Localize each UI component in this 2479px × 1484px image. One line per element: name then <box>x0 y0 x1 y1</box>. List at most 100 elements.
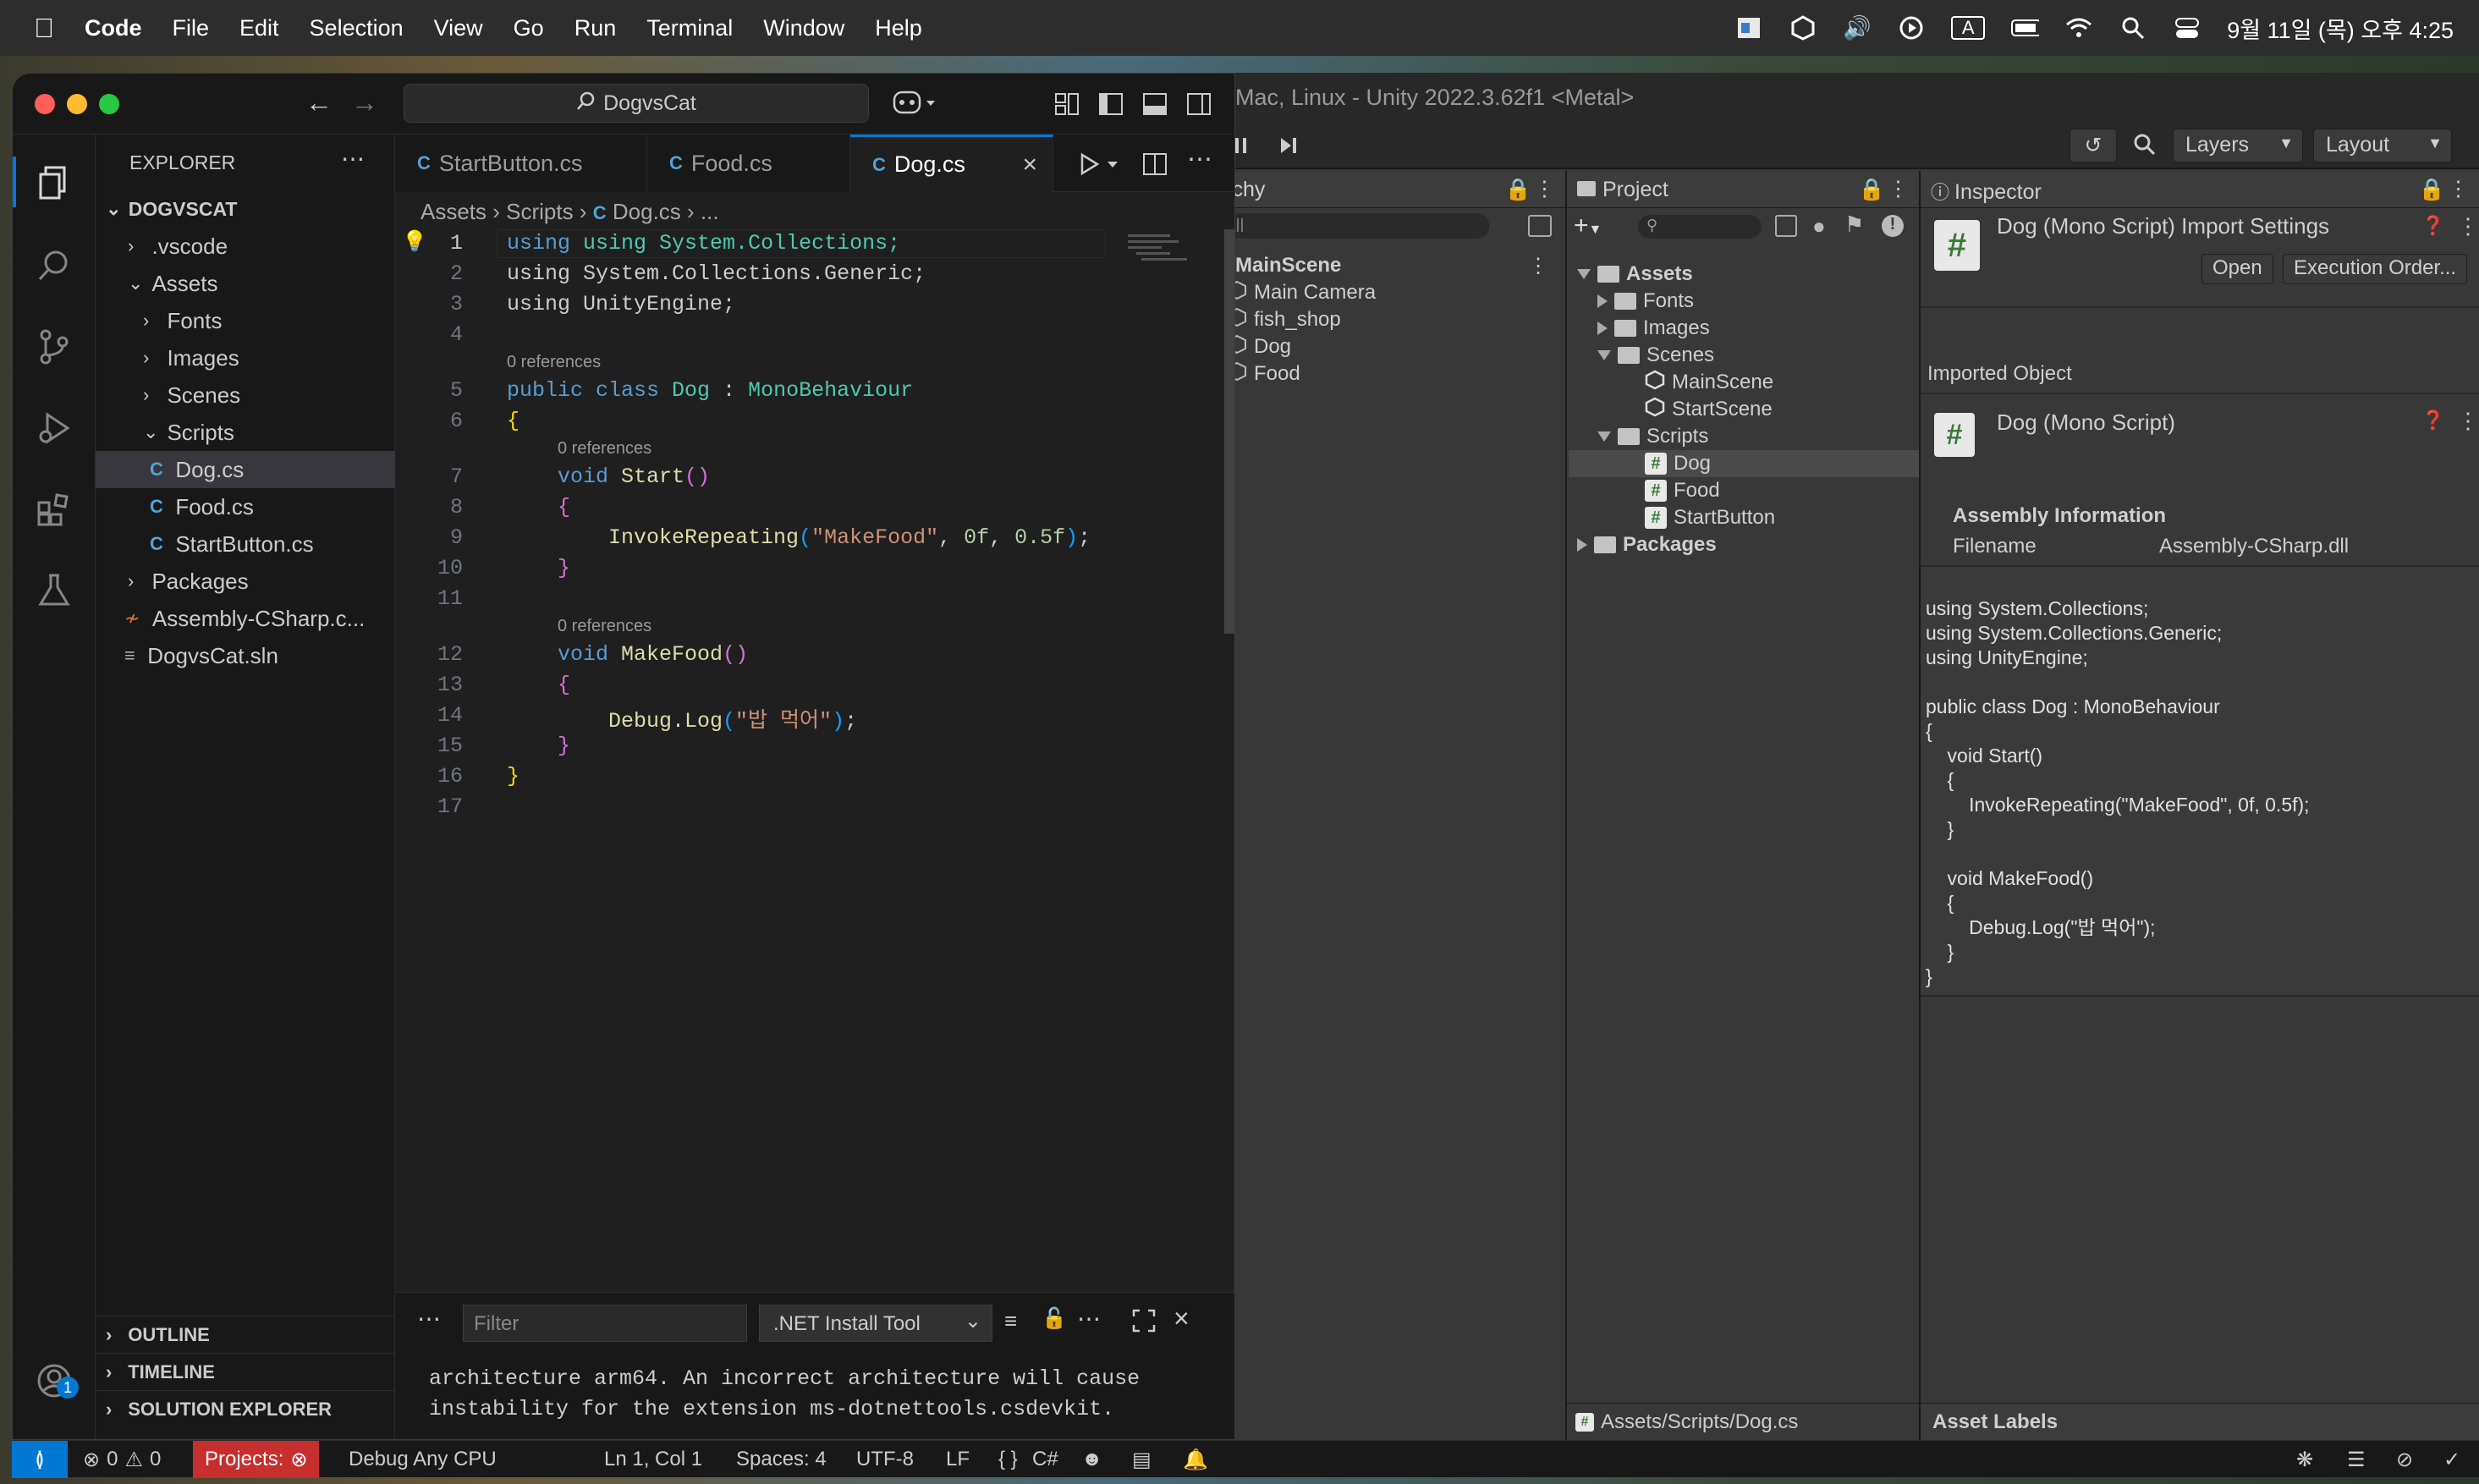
tree-item-food-cs[interactable]: C Food.cs <box>96 488 395 525</box>
layers-dropdown[interactable]: Layers ▼ <box>2173 129 2303 162</box>
control-center-icon[interactable] <box>2173 16 2201 40</box>
search-icon[interactable] <box>31 243 77 289</box>
hierarchy-search[interactable]: ⚲ All <box>1193 213 1489 239</box>
code-line-16[interactable]: } <box>507 764 519 789</box>
help-icon[interactable]: ❓ <box>2421 215 2444 237</box>
maximize-panel-icon[interactable] <box>1131 1308 1157 1339</box>
code-lens-references[interactable]: 0 references <box>507 353 601 372</box>
unity-status-bug-icon[interactable]: ❋ <box>2296 1441 2313 1478</box>
menubar-clock[interactable]: 9월 11일 (목) 오후 4:25 <box>2227 12 2454 45</box>
customize-layout-icon[interactable] <box>1053 91 1080 124</box>
unity-status-layers-icon[interactable]: ☰ <box>2347 1441 2366 1478</box>
code-line-9[interactable]: InvokeRepeating("MakeFood", 0f, 0.5f); <box>608 525 1091 550</box>
volume-icon[interactable]: 🔊 <box>1843 15 1872 41</box>
tree-item-vscode[interactable]: › .vscode <box>96 228 395 265</box>
project-packages-folder[interactable]: Packages <box>1577 531 1717 558</box>
command-center-search[interactable]: DogvsCat <box>404 84 869 123</box>
play-circle-icon[interactable] <box>1897 16 1926 40</box>
minimap[interactable] <box>1128 231 1196 290</box>
lock-icon[interactable]: 🔒 <box>2419 178 2445 202</box>
layout-dropdown[interactable]: Layout ▼ <box>2313 129 2452 162</box>
forward-arrow-icon[interactable]: → <box>351 87 378 118</box>
code-line-15[interactable]: } <box>558 734 570 758</box>
workspace-root[interactable]: ⌄ DOGVSCAT <box>96 190 395 228</box>
menu-app-name[interactable]: Code <box>85 15 142 41</box>
inspector-tab[interactable]: ⓘ Inspector 🔒 ⋮ <box>1921 171 2479 208</box>
tab-startbutton[interactable]: C StartButton.cs <box>395 135 647 192</box>
tree-item-dog-cs[interactable]: C Dog.cs <box>96 451 395 488</box>
code-line-5[interactable]: public class Dog : MonoBehaviour <box>507 378 913 403</box>
menu-edit[interactable]: Edit <box>239 15 279 41</box>
lightbulb-icon[interactable]: 💡 <box>402 229 427 254</box>
close-panel-icon[interactable]: × <box>1174 1303 1190 1334</box>
tag-icon[interactable]: ⚑ <box>1844 212 1864 238</box>
notifications-bell-icon[interactable]: 🔔 <box>1183 1441 1208 1478</box>
lock-scroll-icon[interactable]: 🔓 <box>1042 1306 1067 1331</box>
code-lens-references[interactable]: 0 references <box>558 617 651 636</box>
apple-icon[interactable]:  <box>34 13 54 44</box>
tree-item-images[interactable]: › Images <box>96 339 395 376</box>
menu-go[interactable]: Go <box>514 15 544 41</box>
project-script-item[interactable]: # StartButton <box>1645 504 1775 531</box>
encoding[interactable]: UTF-8 <box>856 1441 914 1478</box>
tree-item-csproj[interactable]: ≁ Assembly-CSharp.c... <box>96 600 395 637</box>
battery-icon[interactable] <box>2010 16 2040 40</box>
extensions-icon[interactable] <box>31 486 77 532</box>
indentation[interactable]: Spaces: 4 <box>736 1441 827 1478</box>
code-line-8[interactable]: { <box>558 495 570 519</box>
unity-status-check-icon[interactable]: ✓ <box>2443 1441 2460 1478</box>
step-button[interactable] <box>1274 130 1303 161</box>
tree-item-sln[interactable]: ≡ DogvsCat.sln <box>96 637 395 674</box>
search-icon[interactable] <box>2132 132 2157 163</box>
code-line-6[interactable]: { <box>507 409 519 433</box>
problems-indicator[interactable]: ⊗ 0 ⚠ 0 <box>83 1441 161 1478</box>
tree-item-scripts[interactable]: ⌄ Scripts <box>96 414 395 451</box>
history-button[interactable]: ↺ <box>2069 129 2117 162</box>
tree-item-startbutton-cs[interactable]: C StartButton.cs <box>96 525 395 563</box>
scene-row[interactable]: MainScene ⋮ <box>1188 252 1560 279</box>
menu-window[interactable]: Window <box>763 15 844 41</box>
vscode-tray-icon[interactable] <box>1734 16 1763 40</box>
run-debug-icon[interactable] <box>31 405 77 451</box>
close-tab-icon[interactable]: × <box>1022 151 1037 179</box>
input-source-icon[interactable]: A <box>1951 16 1986 40</box>
panel-actions-icon[interactable]: ⋯ <box>1077 1305 1101 1333</box>
open-button[interactable]: Open <box>2201 254 2273 284</box>
warning-filter-icon[interactable]: ! <box>1882 215 1904 237</box>
code-line-3[interactable]: using UnityEngine; <box>507 292 735 316</box>
breadcrumb-file[interactable]: Dog.cs <box>613 199 681 224</box>
menu-help[interactable]: Help <box>875 15 922 41</box>
more-icon[interactable]: ⋮ <box>1528 254 1548 278</box>
breadcrumb-more[interactable]: ... <box>701 199 719 224</box>
execution-order-button[interactable]: Execution Order... <box>2283 254 2468 284</box>
toggle-secondary-sidebar-icon[interactable] <box>1185 91 1212 124</box>
outline-section[interactable]: › OUTLINE <box>96 1316 395 1353</box>
run-file-icon[interactable] <box>1079 151 1126 183</box>
tree-item-fonts[interactable]: › Fonts <box>96 302 395 339</box>
output-filter-input[interactable]: Filter <box>463 1305 747 1342</box>
split-editor-icon[interactable] <box>1141 151 1168 183</box>
project-script-item[interactable]: # Food <box>1645 477 1720 504</box>
breadcrumb-scripts[interactable]: Scripts <box>506 199 573 224</box>
project-fonts-folder[interactable]: Fonts <box>1597 288 1694 315</box>
hierarchy-tab[interactable]: erarchy 🔒 ⋮ <box>1185 171 1565 208</box>
more-icon[interactable]: ⋮ <box>1888 176 1909 201</box>
hierarchy-item[interactable]: Food <box>1227 360 1300 387</box>
projects-status[interactable]: Projects: ⊗ <box>193 1441 320 1478</box>
testing-flask-icon[interactable] <box>31 568 77 613</box>
spotlight-search-icon[interactable] <box>2119 16 2147 40</box>
menu-selection[interactable]: Selection <box>310 15 404 41</box>
language-mode[interactable]: C# <box>1032 1441 1058 1478</box>
clear-output-icon[interactable]: ≡ <box>1004 1308 1017 1334</box>
close-window-button[interactable] <box>35 94 55 114</box>
menu-view[interactable]: View <box>434 15 483 41</box>
tab-food[interactable]: C Food.cs <box>647 135 850 192</box>
feedback-icon[interactable]: ▤ <box>1132 1441 1152 1478</box>
help-icon[interactable]: ❓ <box>2421 409 2444 431</box>
collapse-icon[interactable] <box>1597 294 1608 308</box>
zoom-window-button[interactable] <box>99 94 119 114</box>
toggle-panel-icon[interactable] <box>1141 91 1168 124</box>
menu-run[interactable]: Run <box>574 15 617 41</box>
toggle-primary-sidebar-icon[interactable] <box>1097 91 1124 124</box>
code-lens-references[interactable]: 0 references <box>558 439 651 459</box>
